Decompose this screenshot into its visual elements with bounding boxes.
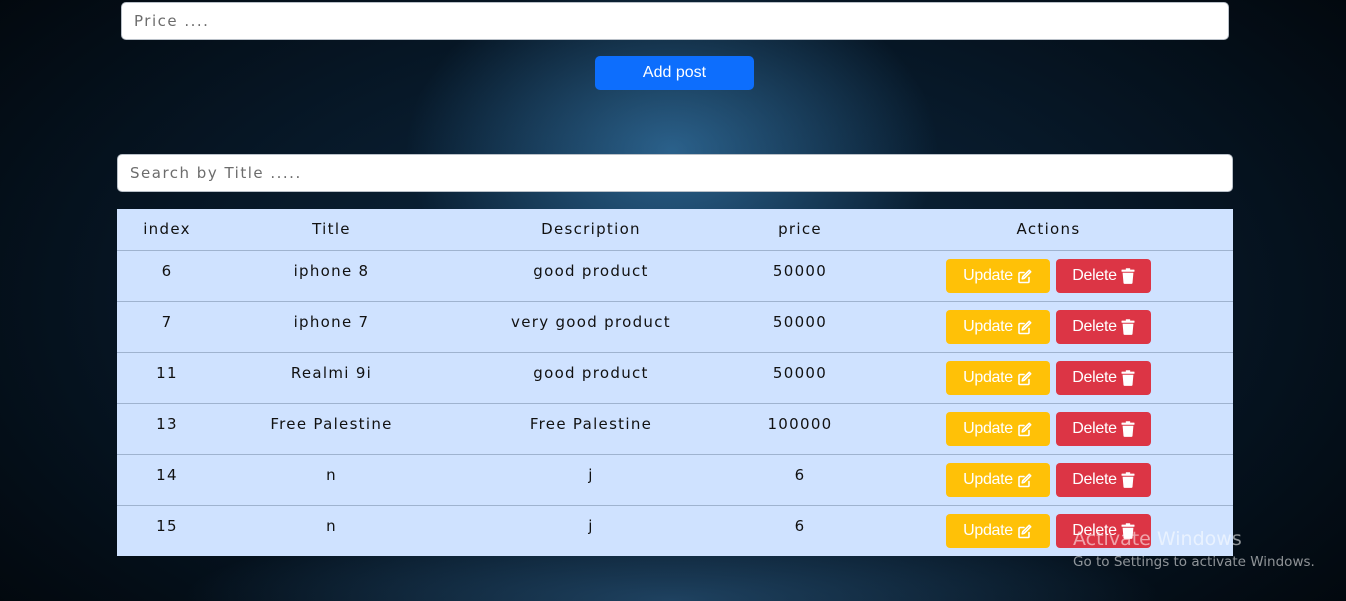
row-description: good product [446,352,736,404]
row-action-group: Update Delete [864,309,1233,344]
row-action-group: Update Delete [864,462,1233,497]
row-price: 50000 [736,301,864,353]
row-index: 13 [117,403,217,455]
trash-icon [1121,471,1135,488]
update-button[interactable]: Update [946,462,1050,497]
header-title: Title [217,209,446,251]
update-label: Update [963,470,1013,488]
row-description: good product [446,250,736,302]
row-action-group: Update Delete [864,258,1233,293]
delete-button[interactable]: Delete [1056,411,1151,446]
row-description: j [588,516,594,535]
pencil-square-icon [1018,269,1032,283]
header-description: Description [446,209,736,251]
delete-button[interactable]: Delete [1056,462,1151,497]
row-description: Free Palestine [446,403,736,455]
pencil-square-icon [1018,371,1032,385]
row-title: iphone 7 [217,301,446,353]
price-input[interactable] [121,2,1229,40]
delete-button[interactable]: Delete [1056,309,1151,344]
row-title: iphone 8 [217,250,446,302]
delete-label: Delete [1072,266,1117,284]
row-index: 6 [117,250,217,302]
delete-button[interactable]: Delete [1056,513,1151,548]
delete-label: Delete [1072,368,1117,386]
trash-icon [1121,420,1135,437]
row-actions: Update Delete [864,403,1233,455]
pencil-square-icon [1018,473,1032,487]
row-index: 15 [156,516,178,535]
row-actions: Update Delete [864,505,1233,556]
update-label: Update [963,419,1013,437]
update-label: Update [963,368,1013,386]
row-title: n [326,516,337,535]
search-input[interactable] [117,154,1233,192]
header-price: price [736,209,864,251]
update-label: Update [963,521,1013,539]
delete-label: Delete [1072,317,1117,335]
table-header-row: index Title Description price Actions [117,209,1233,251]
table-row: 15 n j 6 Update Delete [117,505,1233,556]
row-index: 7 [117,301,217,353]
row-price: 50000 [736,352,864,404]
header-actions: Actions [864,209,1233,251]
add-post-button[interactable]: Add post [595,56,754,90]
table-row: 6 iphone 8 good product 50000 Update Del… [117,250,1233,302]
row-price: 6 [736,454,864,506]
posts-table-container: index Title Description price Actions 6 … [117,209,1233,556]
row-action-group: Update Delete [864,513,1233,548]
row-description: j [446,454,736,506]
delete-button[interactable]: Delete [1056,360,1151,395]
update-label: Update [963,266,1013,284]
table-body: 6 iphone 8 good product 50000 Update Del… [117,250,1233,556]
row-index: 11 [117,352,217,404]
update-button[interactable]: Update [946,360,1050,395]
posts-table: index Title Description price Actions 6 … [117,209,1233,556]
row-actions: Update Delete [864,352,1233,404]
table-row: 13 Free Palestine Free Palestine 100000 … [117,403,1233,455]
row-price: 100000 [736,403,864,455]
table-row: 14 n j 6 Update Delete [117,454,1233,506]
pencil-square-icon [1018,524,1032,538]
row-index: 14 [117,454,217,506]
update-button[interactable]: Update [946,258,1050,293]
pencil-square-icon [1018,422,1032,436]
pencil-square-icon [1018,320,1032,334]
delete-label: Delete [1072,419,1117,437]
delete-label: Delete [1072,521,1117,539]
row-actions: Update Delete [864,250,1233,302]
table-row: 11 Realmi 9i good product 50000 Update D… [117,352,1233,404]
trash-icon [1121,267,1135,284]
row-action-group: Update Delete [864,360,1233,395]
trash-icon [1121,369,1135,386]
trash-icon [1121,522,1135,539]
row-price: 50000 [736,250,864,302]
row-actions: Update Delete [864,301,1233,353]
trash-icon [1121,318,1135,335]
row-description: very good product [446,301,736,353]
row-title: n [217,454,446,506]
row-actions: Update Delete [864,454,1233,506]
delete-button[interactable]: Delete [1056,258,1151,293]
update-button[interactable]: Update [946,513,1050,548]
row-title: Free Palestine [217,403,446,455]
table-row: 7 iphone 7 very good product 50000 Updat… [117,301,1233,353]
delete-label: Delete [1072,470,1117,488]
row-title: Realmi 9i [217,352,446,404]
header-index: index [117,209,217,251]
row-action-group: Update Delete [864,411,1233,446]
update-label: Update [963,317,1013,335]
row-price: 6 [794,516,806,535]
update-button[interactable]: Update [946,411,1050,446]
update-button[interactable]: Update [946,309,1050,344]
